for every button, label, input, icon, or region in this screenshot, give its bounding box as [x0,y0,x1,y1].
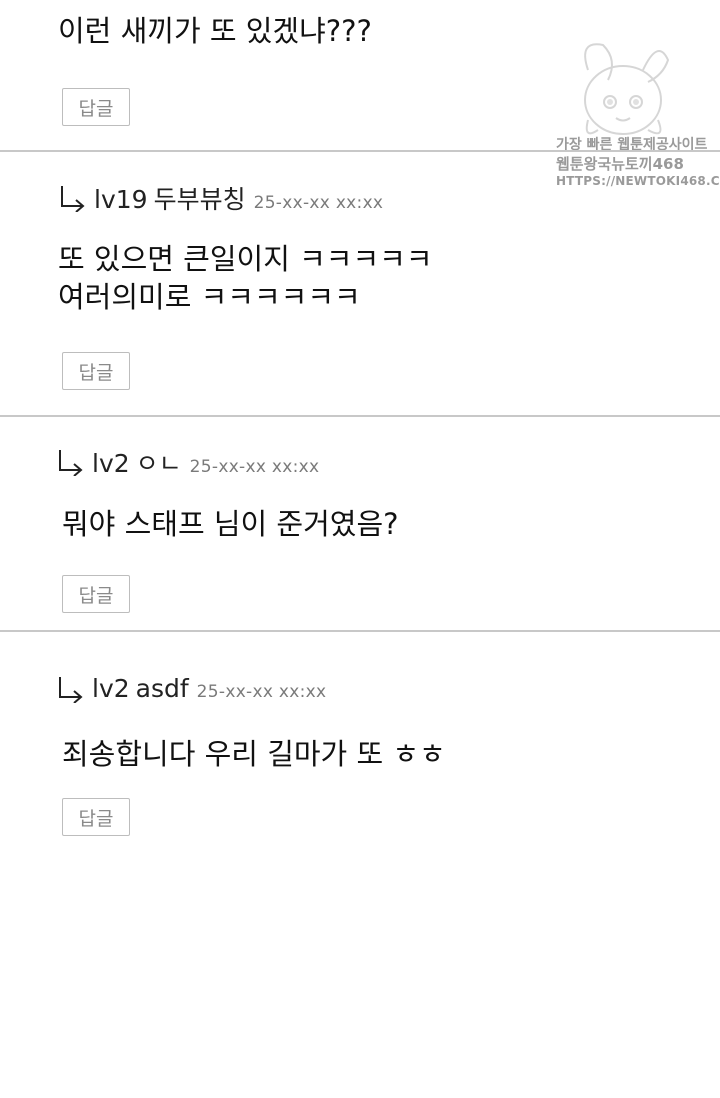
comment-meta: lv2 asdf 25-xx-xx xx:xx [56,674,326,703]
user-level: lv2 [92,674,130,703]
author-name[interactable]: ㅇㄴ [136,444,182,480]
reply-button[interactable]: 답글 [62,352,130,390]
reply-button[interactable]: 답글 [62,798,130,836]
comment-timestamp: 25-xx-xx xx:xx [253,193,384,213]
comment-divider [0,415,720,417]
comment-text: 뭐야 스태프 님이 준거였음? [62,507,399,541]
comment-text-line: 또 있으면 큰일이지 ㅋㅋㅋㅋㅋ [58,242,433,276]
user-level: lv2 [92,449,130,478]
author-name[interactable]: asdf [136,674,189,703]
comment-meta: lv19 두부뷰칭 25-xx-xx xx:xx [58,180,383,216]
comment-timestamp: 25-xx-xx xx:xx [196,682,327,702]
reply-button[interactable]: 답글 [62,575,130,613]
comment-divider [0,150,720,152]
author-name[interactable]: 두부뷰칭 [154,180,246,216]
comment-divider [0,630,720,632]
reply-arrow-icon [59,676,83,703]
reply-arrow-icon [61,186,85,212]
watermark-line2: 웹툰왕국뉴토끼468 [556,155,684,173]
comment-text: 이런 새끼가 또 있겠냐??? [58,14,372,48]
reply-arrow-icon [59,450,83,476]
watermark-line3: HTTPS://NEWTOKI468.COM [556,174,720,188]
reply-button[interactable]: 답글 [62,88,130,126]
user-level: lv19 [94,185,148,214]
comment-text-line: 여러의미로 ㅋㅋㅋㅋㅋㅋ [58,280,361,314]
comment-text: 죄송합니다 우리 길마가 또 ㅎㅎ [62,737,446,771]
comment-timestamp: 25-xx-xx xx:xx [189,457,320,477]
comment-meta: lv2 ㅇㄴ 25-xx-xx xx:xx [56,444,319,480]
